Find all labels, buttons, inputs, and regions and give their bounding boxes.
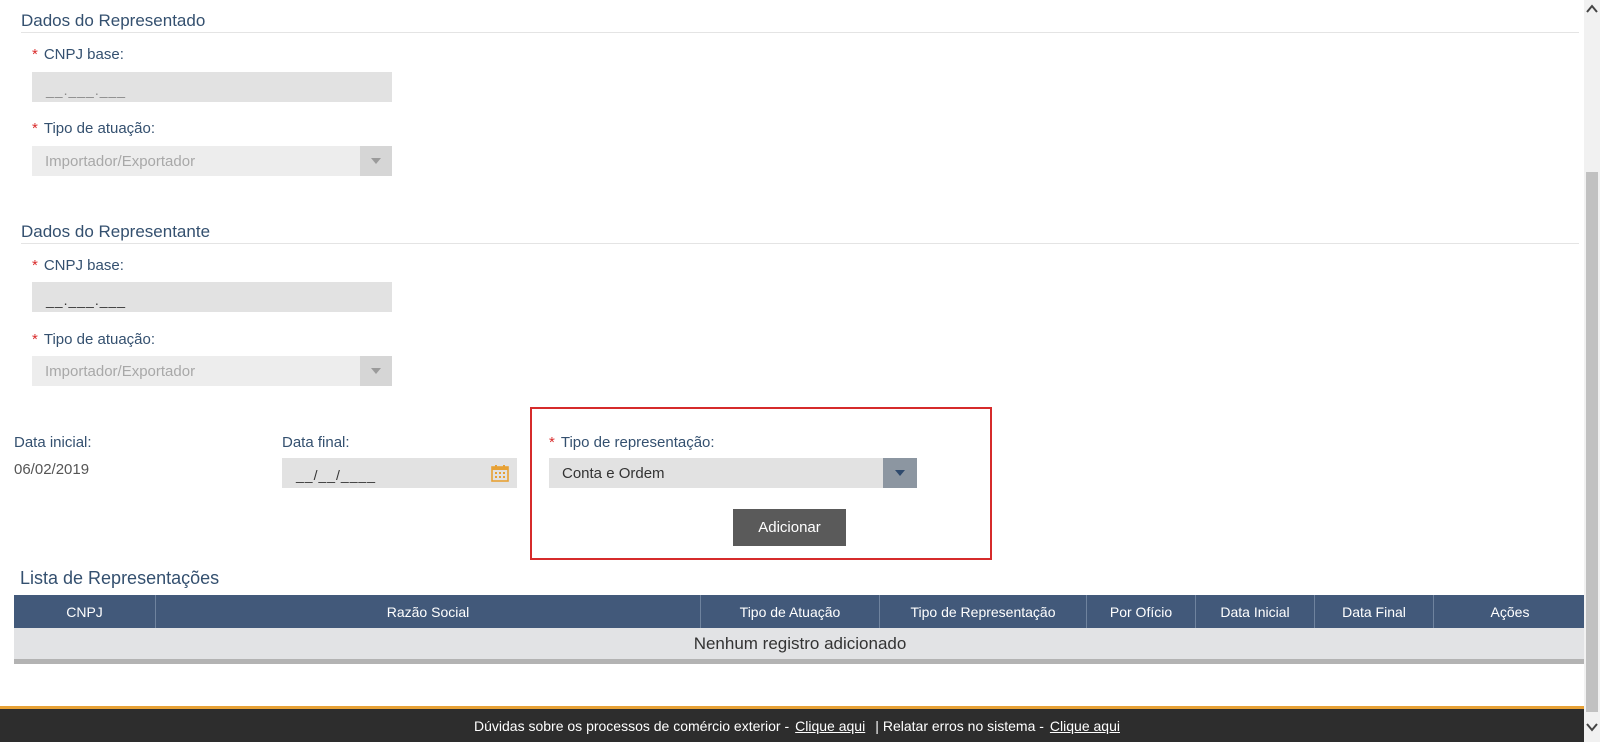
dropdown-button[interactable]	[360, 356, 392, 386]
scrollbar[interactable]	[1584, 0, 1600, 742]
select-value: Importador/Exportador	[45, 363, 196, 380]
footer: Dúvidas sobre os processos de comércio e…	[0, 706, 1600, 742]
required-mark: *	[32, 46, 38, 63]
footer-separator: |	[875, 717, 879, 734]
required-mark: *	[32, 120, 38, 137]
column-header-cnpj[interactable]: CNPJ	[14, 595, 156, 628]
table-header: CNPJ Razão Social Tipo de Atuação Tipo d…	[14, 595, 1586, 628]
tipo-atuacao-label-representado: * Tipo de atuação:	[32, 120, 156, 137]
chevron-down-icon	[371, 158, 381, 164]
data-final-label: Data final:	[282, 434, 350, 451]
tipo-representacao-select[interactable]: Conta e Ordem	[549, 458, 917, 488]
required-mark: *	[32, 257, 38, 274]
section-divider	[21, 32, 1579, 33]
tipo-atuacao-select-representante[interactable]: Importador/Exportador	[32, 356, 392, 386]
dropdown-button[interactable]	[883, 458, 917, 488]
tipo-representacao-label: * Tipo de representação:	[549, 434, 715, 451]
list-title: Lista de Representações	[20, 568, 220, 588]
footer-help-text: Dúvidas sobre os processos de comércio e…	[474, 717, 790, 734]
data-inicial-value: 06/02/2019	[14, 461, 90, 478]
data-final-input[interactable]: __/__/____	[282, 458, 517, 488]
date-mask: __/__/____	[296, 467, 377, 483]
column-header-tipo-atuacao[interactable]: Tipo de Atuação	[701, 595, 880, 628]
scroll-down-icon[interactable]	[1586, 722, 1598, 732]
calendar-icon[interactable]	[491, 464, 509, 482]
cnpj-mask: __.___.___	[46, 82, 127, 98]
section-divider	[21, 243, 1579, 244]
required-mark: *	[549, 434, 555, 451]
cnpj-input-representante[interactable]: __.___.___	[32, 282, 392, 312]
scroll-thumb[interactable]	[1586, 172, 1598, 712]
cnpj-input-representado[interactable]: __.___.___	[32, 72, 392, 102]
column-header-razao-social[interactable]: Razão Social	[156, 595, 701, 628]
cnpj-mask: __.___.___	[46, 292, 127, 308]
column-header-por-oficio[interactable]: Por Ofício	[1087, 595, 1196, 628]
column-header-tipo-representacao[interactable]: Tipo de Representação	[880, 595, 1087, 628]
footer-report-link[interactable]: Clique aqui	[1050, 718, 1120, 734]
column-header-data-final[interactable]: Data Final	[1315, 595, 1434, 628]
tipo-atuacao-label-representante: * Tipo de atuação:	[32, 331, 156, 348]
section-title-representante: Dados do Representante	[21, 222, 211, 241]
footer-help-link[interactable]: Clique aqui	[795, 718, 865, 734]
cnpj-label-representante: * CNPJ base:	[32, 257, 124, 274]
chevron-down-icon	[371, 368, 381, 374]
required-mark: *	[32, 331, 38, 348]
chevron-down-icon	[895, 470, 905, 476]
select-value: Conta e Ordem	[562, 465, 665, 482]
add-button[interactable]: Adicionar	[733, 509, 846, 546]
column-header-acoes: Ações	[1490, 603, 1530, 620]
footer-report-text: Relatar erros no sistema -	[882, 717, 1044, 734]
select-value: Importador/Exportador	[45, 153, 196, 170]
empty-table-message: Nenhum registro adicionado	[14, 628, 1586, 664]
scroll-up-icon[interactable]	[1586, 4, 1598, 14]
representacoes-table: CNPJ Razão Social Tipo de Atuação Tipo d…	[14, 595, 1586, 664]
dropdown-button[interactable]	[360, 146, 392, 176]
data-inicial-label: Data inicial:	[14, 434, 92, 451]
section-title-representado: Dados do Representado	[21, 11, 206, 30]
tipo-atuacao-select-representado[interactable]: Importador/Exportador	[32, 146, 392, 176]
cnpj-label-representado: * CNPJ base:	[32, 46, 124, 63]
column-header-data-inicial[interactable]: Data Inicial	[1196, 595, 1315, 628]
